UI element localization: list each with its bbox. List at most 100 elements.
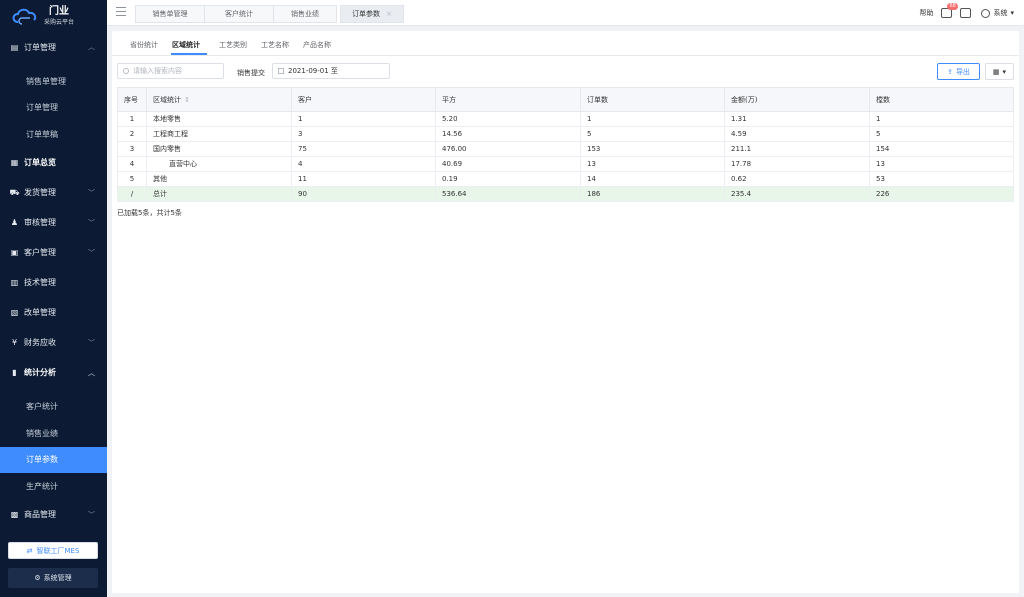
cloud-logo-icon [12, 8, 37, 25]
cell: 1 [580, 111, 725, 127]
menu-stats-label: 统计分析 [24, 368, 56, 377]
chevron-up-icon: ︿ [88, 43, 95, 51]
col-header: 平方 [435, 87, 581, 112]
main-panel: 省份统计 区域统计 工艺类别 工艺名称 产品名称 请输入搜索内容 销售提交 20… [112, 31, 1019, 593]
menu-order-overview[interactable]: ▦ 订单总览 [0, 148, 107, 178]
menu-shipping[interactable]: ⛟ 发货管理 ﹀ [0, 178, 107, 208]
export-label: 导出 [955, 67, 970, 76]
cell: 90 [291, 186, 436, 202]
col-header-sortable[interactable]: 区域统计 ⇕ [146, 87, 292, 112]
subtab-province[interactable]: 省份统计 [130, 40, 158, 50]
col-header: 订单数 [580, 87, 725, 112]
cell: 3 [117, 141, 147, 157]
cell: 4.59 [724, 126, 870, 142]
cell: 3 [291, 126, 436, 142]
column-settings-button[interactable]: ▦ ▾ [985, 63, 1014, 80]
edit-doc-icon: ▧ [10, 308, 19, 317]
menu-order-mgmt[interactable]: ▤ 订单管理 ︿ [0, 32, 107, 62]
date-range-input[interactable]: 2021-09-01 至 [272, 63, 390, 79]
submenu-production-stats[interactable]: 生产统计 [0, 473, 107, 500]
tab-order-params[interactable]: 订单参数 × [340, 5, 404, 23]
submenu-order-mgmt[interactable]: 订单管理 [0, 95, 107, 122]
cell: 1 [869, 111, 1014, 127]
search-icon [123, 68, 129, 74]
gear-icon: ⚙ [34, 574, 41, 582]
cell: 154 [869, 141, 1014, 157]
cell: 226 [869, 186, 1014, 202]
tab-sales-performance[interactable]: 销售业绩 [273, 5, 337, 23]
table-row[interactable]: 4 直营中心 4 40.69 13 17.78 13 [117, 156, 1014, 172]
table-row[interactable]: 3 国内零售 75 476.00 153 211.1 154 [117, 141, 1014, 157]
logo: 门业 采购云平台 [0, 0, 107, 32]
menu-finance[interactable]: ¥ 财务应收 ﹀ [0, 328, 107, 358]
user-check-icon: ♟ [10, 218, 19, 227]
table-row[interactable]: 2 工程商工程 3 14.56 5 4.59 5 [117, 126, 1014, 142]
cell: 1 [291, 111, 436, 127]
user-icon [981, 8, 991, 18]
cell: 总计 [146, 186, 292, 202]
user-menu[interactable]: 系统 [993, 8, 1007, 18]
menu-review-label: 审核管理 [24, 218, 56, 227]
subtab-region[interactable]: 区域统计 [172, 40, 200, 50]
cell: 5 [117, 171, 147, 187]
table-row[interactable]: 5 其他 11 0.19 14 0.62 53 [117, 171, 1014, 187]
cell: 0.62 [724, 171, 870, 187]
cell: 4 [291, 156, 436, 172]
menu-customer[interactable]: ▣ 客户管理 ﹀ [0, 238, 107, 268]
cell: 1.31 [724, 111, 870, 127]
submenu-order-draft[interactable]: 订单草稿 [0, 121, 107, 148]
download-icon[interactable] [960, 8, 972, 18]
message-icon[interactable]: 68 [941, 3, 958, 18]
cell: 235.4 [724, 186, 870, 202]
cell: 国内零售 [146, 141, 292, 157]
col-header: 樘数 [869, 87, 1014, 112]
subtab-craft-category[interactable]: 工艺类别 [219, 40, 247, 50]
menu-goods[interactable]: ▩ 商品管理 ﹀ [0, 500, 107, 530]
tab-label: 销售单管理 [152, 10, 188, 18]
chevron-down-icon: ﹀ [88, 338, 95, 347]
menu-toggle-icon[interactable] [116, 7, 126, 17]
cell: 53 [869, 171, 1014, 187]
mes-button[interactable]: ⇄ 智联工厂MES [8, 542, 98, 559]
menu-order-overview-label: 订单总览 [24, 158, 56, 167]
notification-badge: 68 [947, 3, 958, 10]
search-input[interactable]: 请输入搜索内容 [117, 63, 224, 79]
cell: 75 [291, 141, 436, 157]
col-header: 金额(万) [724, 87, 870, 112]
export-icon: ⇪ [947, 67, 953, 76]
submenu-order-params[interactable]: 订单参数 [0, 446, 107, 473]
chevron-up-icon: ︿ [88, 368, 95, 377]
tab-customer-stats[interactable]: 客户统计 [204, 5, 274, 23]
subtab-craft-name[interactable]: 工艺名称 [261, 40, 289, 50]
chevron-down-icon: ﹀ [88, 218, 95, 227]
tab-label: 销售业绩 [291, 10, 319, 18]
subtab-product-name[interactable]: 产品名称 [303, 40, 331, 50]
export-button[interactable]: ⇪ 导出 [937, 63, 980, 80]
menu-change-order[interactable]: ▧ 改单管理 [0, 298, 107, 328]
cell: 14.56 [435, 126, 581, 142]
subtab-bar: 省份统计 区域统计 工艺类别 工艺名称 产品名称 [112, 31, 1019, 56]
sidebar: 门业 采购云平台 ▤ 订单管理 ︿ 销售单管理 订单管理 订单草稿 ▦ 订单总览… [0, 0, 107, 597]
id-card-icon: ▣ [10, 248, 19, 257]
menu-stats[interactable]: ▮ 统计分析 ︿ [0, 358, 107, 388]
menu-tech[interactable]: ▥ 技术管理 [0, 268, 107, 298]
submenu-sales-performance[interactable]: 销售业绩 [0, 420, 107, 447]
submenu-customer-stats[interactable]: 客户统计 [0, 394, 107, 421]
topbar: 销售单管理 客户统计 销售业绩 订单参数 × 帮助 68 系统 ▾ [107, 0, 1024, 26]
menu-finance-label: 财务应收 [24, 338, 56, 347]
tab-sales-order[interactable]: 销售单管理 [135, 5, 205, 23]
submenu-sales-order[interactable]: 销售单管理 [0, 68, 107, 95]
date-filter-label: 销售提交 [237, 69, 265, 77]
calendar-icon: ▦ [10, 158, 19, 167]
table-row[interactable]: 1 本地零售 1 5.20 1 1.31 1 [117, 111, 1014, 127]
help-link[interactable]: 帮助 [919, 8, 933, 18]
col-header: 序号 [117, 87, 147, 112]
system-settings-button[interactable]: ⚙ 系统管理 [8, 568, 98, 588]
menu-review[interactable]: ♟ 审核管理 ﹀ [0, 208, 107, 238]
menu-tech-label: 技术管理 [24, 278, 56, 287]
date-range-value: 2021-09-01 至 [288, 67, 338, 75]
cell: 14 [580, 171, 725, 187]
cell: 0.19 [435, 171, 581, 187]
sort-icon[interactable]: ⇕ [184, 96, 190, 104]
close-icon[interactable]: × [386, 10, 392, 18]
